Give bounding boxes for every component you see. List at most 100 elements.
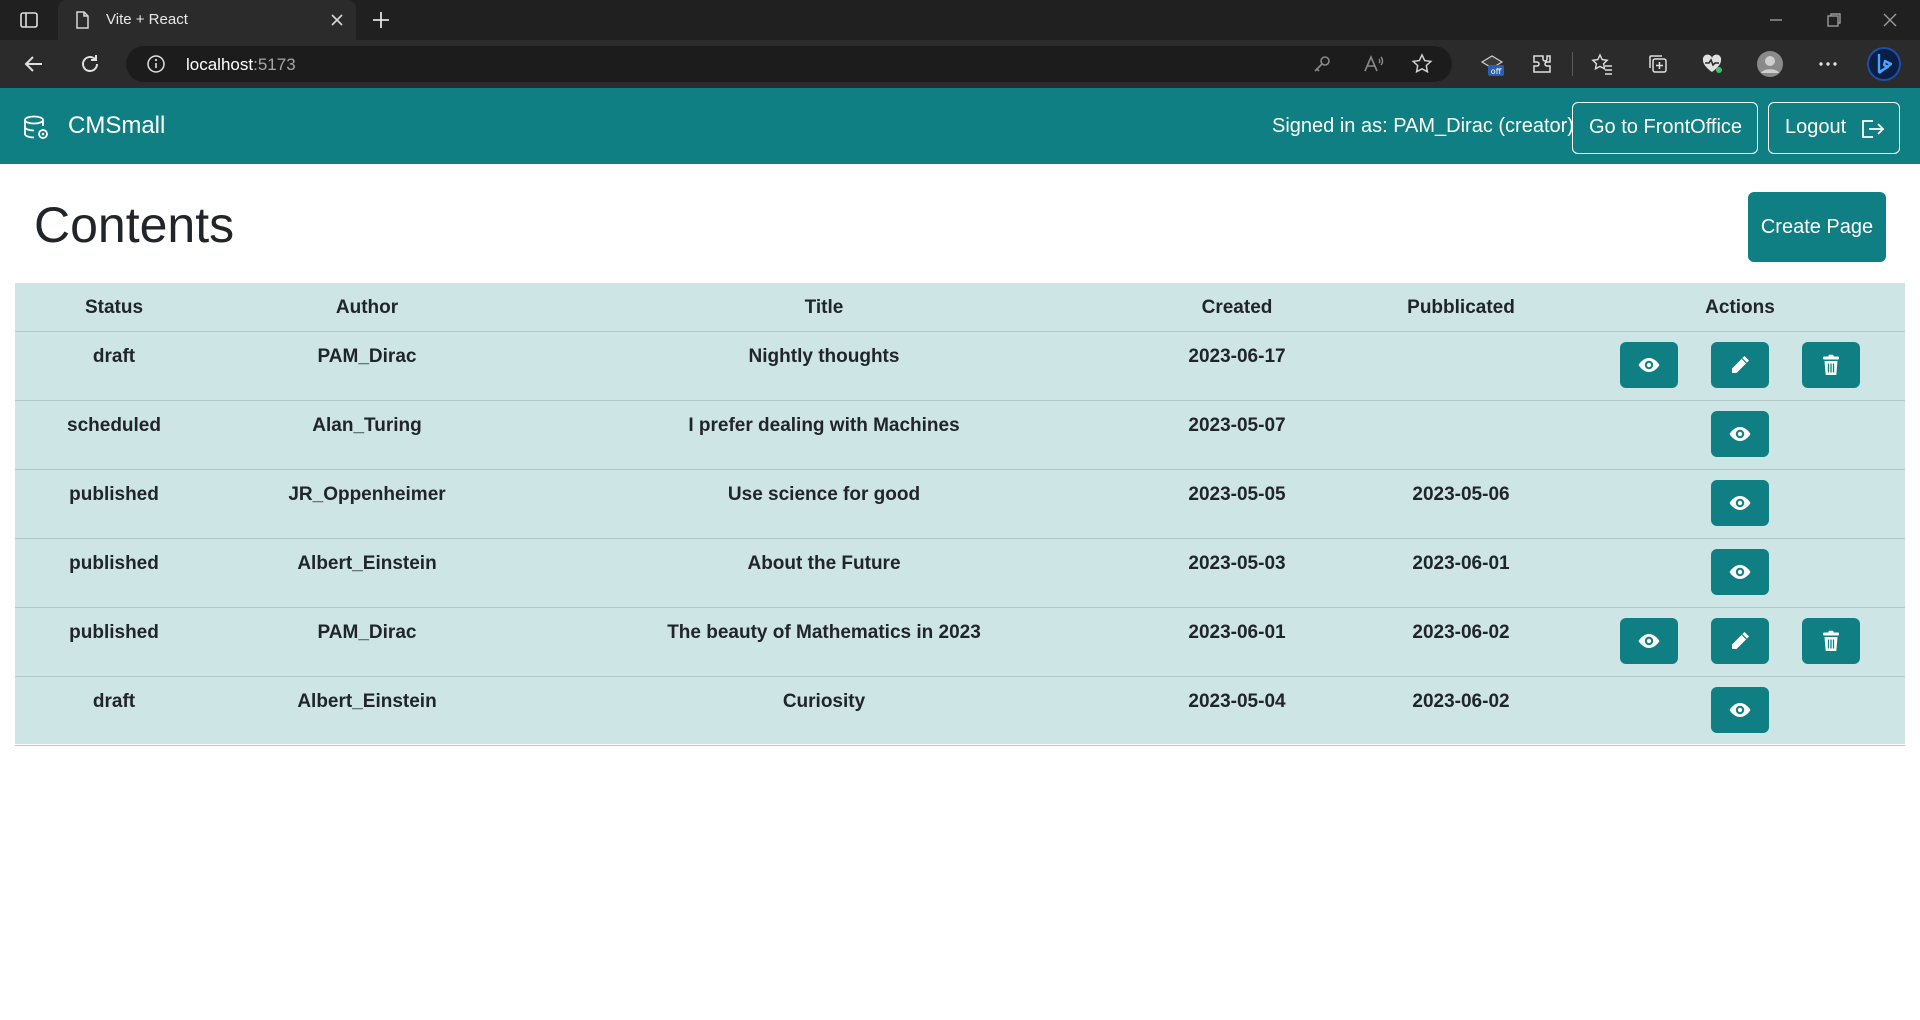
table-row: published JR_Oppenheimer Use science for g… (15, 470, 1905, 539)
cell-author: Alan_Turing (312, 415, 422, 436)
view-button[interactable] (1711, 411, 1769, 457)
cell-author: Albert_Einstein (297, 691, 437, 712)
profile-avatar-icon[interactable] (1756, 50, 1784, 78)
create-page-button[interactable]: Create Page (1748, 192, 1886, 262)
site-info-icon[interactable] (146, 54, 166, 74)
page-title: Contents (34, 197, 235, 253)
favorite-star-icon[interactable] (1410, 52, 1434, 76)
frontoffice-label: Go to FrontOffice (1589, 116, 1743, 138)
cell-created: 2023-05-04 (1188, 691, 1286, 712)
new-tab-icon[interactable] (370, 9, 392, 31)
header-title: Title (804, 297, 844, 318)
go-to-frontoffice-button[interactable]: Go to FrontOffice (1572, 102, 1758, 154)
cell-title: Nightly thoughts (748, 346, 900, 367)
view-button[interactable] (1711, 549, 1769, 595)
health-heart-icon[interactable] (1700, 52, 1724, 76)
tab-title: Vite + React (106, 11, 188, 28)
pencil-icon (1732, 356, 1749, 373)
logout-button[interactable]: Logout (1768, 102, 1900, 154)
cell-title: About the Future (747, 553, 901, 574)
header-status: Status (84, 297, 144, 318)
bing-copilot-icon[interactable] (1866, 46, 1902, 82)
collections-icon[interactable] (1646, 52, 1670, 76)
eye-icon (1638, 358, 1660, 372)
cell-status: published (69, 622, 159, 643)
toolbar-divider (1572, 52, 1573, 76)
cell-author: JR_Oppenheimer (288, 484, 446, 505)
cell-status: draft (92, 691, 136, 712)
contents-table: Status Author Title Created Pubblicated … (15, 283, 1905, 746)
signed-in-text: Signed in as: PAM_Dirac (creator) (1272, 115, 1574, 137)
view-button[interactable] (1711, 687, 1769, 733)
trash-icon (1823, 354, 1839, 375)
read-aloud-icon[interactable] (1362, 52, 1386, 76)
eye-icon (1729, 565, 1751, 579)
page-icon (76, 11, 89, 29)
view-button[interactable] (1620, 618, 1678, 664)
header-published: Pubblicated (1407, 297, 1515, 318)
view-button[interactable] (1620, 342, 1678, 388)
close-window-icon[interactable] (1878, 8, 1902, 32)
tab-actions-icon[interactable] (18, 9, 40, 31)
delete-button[interactable] (1802, 618, 1860, 664)
more-options-icon[interactable] (1816, 52, 1840, 76)
edit-button[interactable] (1711, 342, 1769, 388)
cell-created: 2023-06-17 (1188, 346, 1286, 367)
back-icon[interactable] (22, 52, 46, 76)
key-icon[interactable] (1310, 52, 1334, 76)
database-gear-icon[interactable] (22, 114, 50, 142)
delete-button[interactable] (1802, 342, 1860, 388)
browser-tab[interactable]: Vite + React (58, 0, 356, 40)
cell-created: 2023-05-05 (1188, 484, 1286, 505)
extension-off-icon[interactable]: off (1478, 50, 1506, 78)
cell-published: 2023-06-02 (1412, 622, 1510, 643)
table-row: published Albert_Einstein About the Future… (15, 539, 1905, 608)
table-row: draft Albert_Einstein Curiosity 2023-05-04 2… (15, 677, 1905, 746)
eye-icon (1638, 634, 1660, 648)
header-created: Created (1201, 297, 1273, 318)
cell-published: 2023-05-06 (1412, 484, 1510, 505)
eye-icon (1729, 496, 1751, 510)
cell-title: The beauty of Mathematics in 2023 (667, 622, 981, 643)
close-tab-icon[interactable] (328, 11, 346, 29)
logout-label: Logout (1785, 116, 1847, 138)
cell-status: draft (92, 346, 136, 367)
restore-icon[interactable] (1822, 8, 1846, 32)
browser-tab-bar: Vite + React (0, 0, 1920, 40)
extensions-icon[interactable] (1530, 52, 1554, 76)
address-bar[interactable]: localhost:5173 (126, 46, 1452, 82)
table-row: scheduled Alan_Turing I prefer dealing wit… (15, 401, 1905, 470)
cell-status: published (69, 484, 159, 505)
view-button[interactable] (1711, 480, 1769, 526)
cell-author: Albert_Einstein (297, 553, 437, 574)
eye-icon (1729, 703, 1751, 717)
minimize-icon[interactable] (1764, 8, 1788, 32)
table-row: draft PAM_Dirac Nightly thoughts 2023-06-17 (15, 332, 1905, 401)
edit-button[interactable] (1711, 618, 1769, 664)
eye-icon (1729, 427, 1751, 441)
trash-icon (1823, 630, 1839, 651)
cell-title: Curiosity (782, 691, 866, 712)
cell-status: published (69, 553, 159, 574)
url-text: localhost:5173 (186, 55, 296, 74)
cell-published: 2023-06-02 (1412, 691, 1510, 712)
cell-author: PAM_Dirac (317, 346, 417, 367)
cell-created: 2023-05-03 (1188, 553, 1286, 574)
refresh-icon[interactable] (78, 52, 102, 76)
cell-created: 2023-06-01 (1188, 622, 1286, 643)
header-author: Author (335, 297, 399, 318)
favorites-icon[interactable] (1590, 52, 1614, 76)
browser-toolbar: localhost:5173 off (0, 40, 1920, 88)
cell-author: PAM_Dirac (317, 622, 417, 643)
app-navbar: CMSmall Signed in as: PAM_Dirac (creator… (0, 88, 1920, 164)
logout-icon (1862, 120, 1885, 138)
header-actions: Actions (1705, 297, 1775, 318)
cell-title: I prefer dealing with Machines (688, 415, 960, 436)
svg-text:off: off (1491, 67, 1502, 76)
brand-name[interactable]: CMSmall (68, 112, 165, 140)
cell-published: 2023-06-01 (1412, 553, 1510, 574)
pencil-icon (1732, 632, 1749, 649)
table-row: published PAM_Dirac The beauty of Mathemat… (15, 608, 1905, 677)
table-header: Status Author Title Created Pubblicated … (15, 283, 1905, 332)
cell-title: Use science for good (727, 484, 921, 505)
